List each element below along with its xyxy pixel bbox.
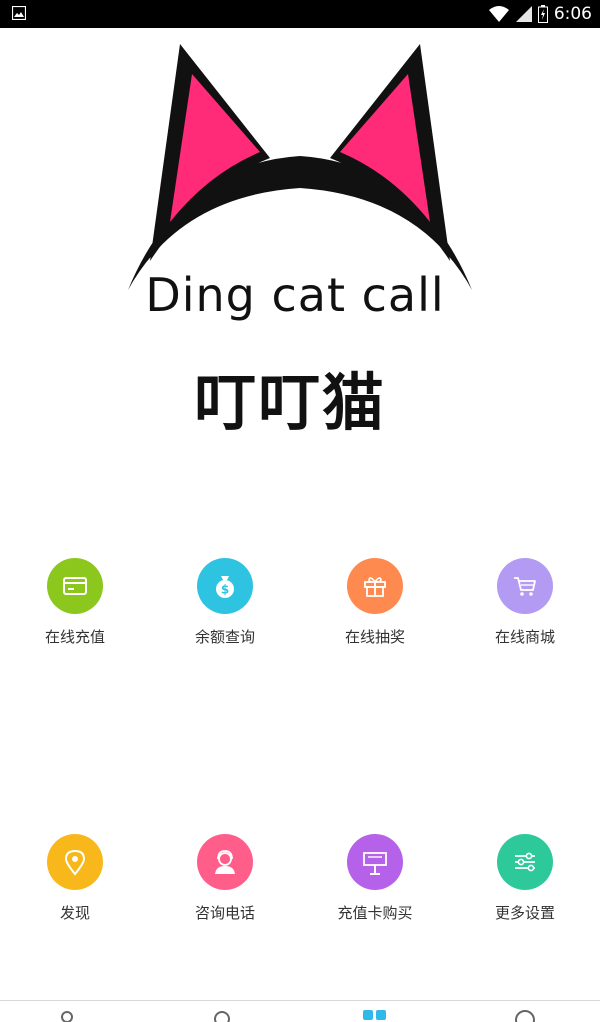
online-recharge-label: 在线充值 [44, 628, 105, 646]
more-settings-button[interactable]: 更多设置 [450, 834, 600, 934]
online-recharge-button[interactable]: 在线充值 [0, 558, 150, 658]
online-lottery-button[interactable]: 在线抽奖 [300, 558, 450, 658]
billboard-icon [363, 852, 387, 875]
consult-phone-button[interactable]: 咨询电话 [150, 834, 300, 934]
sliders-icon [515, 852, 535, 872]
discover-icon-circle [47, 834, 103, 890]
balance-query-label: 余额查询 [194, 628, 255, 646]
more-settings-label: 更多设置 [494, 904, 555, 922]
money-bag-icon: $ [216, 576, 234, 598]
online-mall-label: 在线商城 [494, 628, 555, 646]
bottom-nav-divider [0, 1000, 600, 1001]
nav-profile-icon[interactable] [207, 1006, 237, 1022]
balance-query-button[interactable]: $ 余额查询 [150, 558, 300, 658]
wifi-icon [488, 6, 509, 22]
nav-contacts-icon[interactable] [52, 1006, 82, 1022]
discover-label: 发现 [59, 904, 90, 922]
online-lottery-icon-circle [347, 558, 403, 614]
battery-icon [537, 5, 548, 23]
discover-button[interactable]: 发现 [0, 834, 150, 934]
status-time: 6:06 [553, 4, 592, 24]
online-mall-icon-circle [497, 558, 553, 614]
nav-message-icon[interactable] [510, 1006, 540, 1022]
status-bar: 6:06 [0, 0, 600, 28]
card-icon [63, 577, 87, 595]
svg-text:$: $ [221, 583, 229, 597]
consult-phone-icon-circle [197, 834, 253, 890]
more-settings-icon-circle [497, 834, 553, 890]
nav-home-grid-icon[interactable] [360, 1006, 390, 1022]
recharge-card-purchase-label: 充值卡购买 [337, 904, 413, 922]
recharge-card-purchase-button[interactable]: 充值卡购买 [300, 834, 450, 934]
status-right-area: 6:06 [488, 0, 592, 28]
balance-query-icon-circle: $ [197, 558, 253, 614]
logo-title-cn: 叮叮猫 [193, 366, 386, 439]
service-agent-icon [215, 850, 235, 874]
online-recharge-icon-circle [47, 558, 103, 614]
location-icon [64, 849, 86, 876]
signal-icon [515, 6, 532, 22]
recharge-card-purchase-icon-circle [347, 834, 403, 890]
online-mall-button[interactable]: 在线商城 [450, 558, 600, 658]
consult-phone-label: 咨询电话 [194, 904, 255, 922]
online-lottery-label: 在线抽奖 [344, 628, 405, 646]
gift-icon [364, 577, 386, 597]
cart-icon [514, 577, 536, 596]
logo-title-en: Ding cat call [145, 268, 445, 322]
screen: 6:06 Ding cat call 叮叮猫 在线充值 $ 余额查询 在线抽奖 … [0, 0, 600, 1022]
gallery-notification-icon [12, 6, 26, 20]
